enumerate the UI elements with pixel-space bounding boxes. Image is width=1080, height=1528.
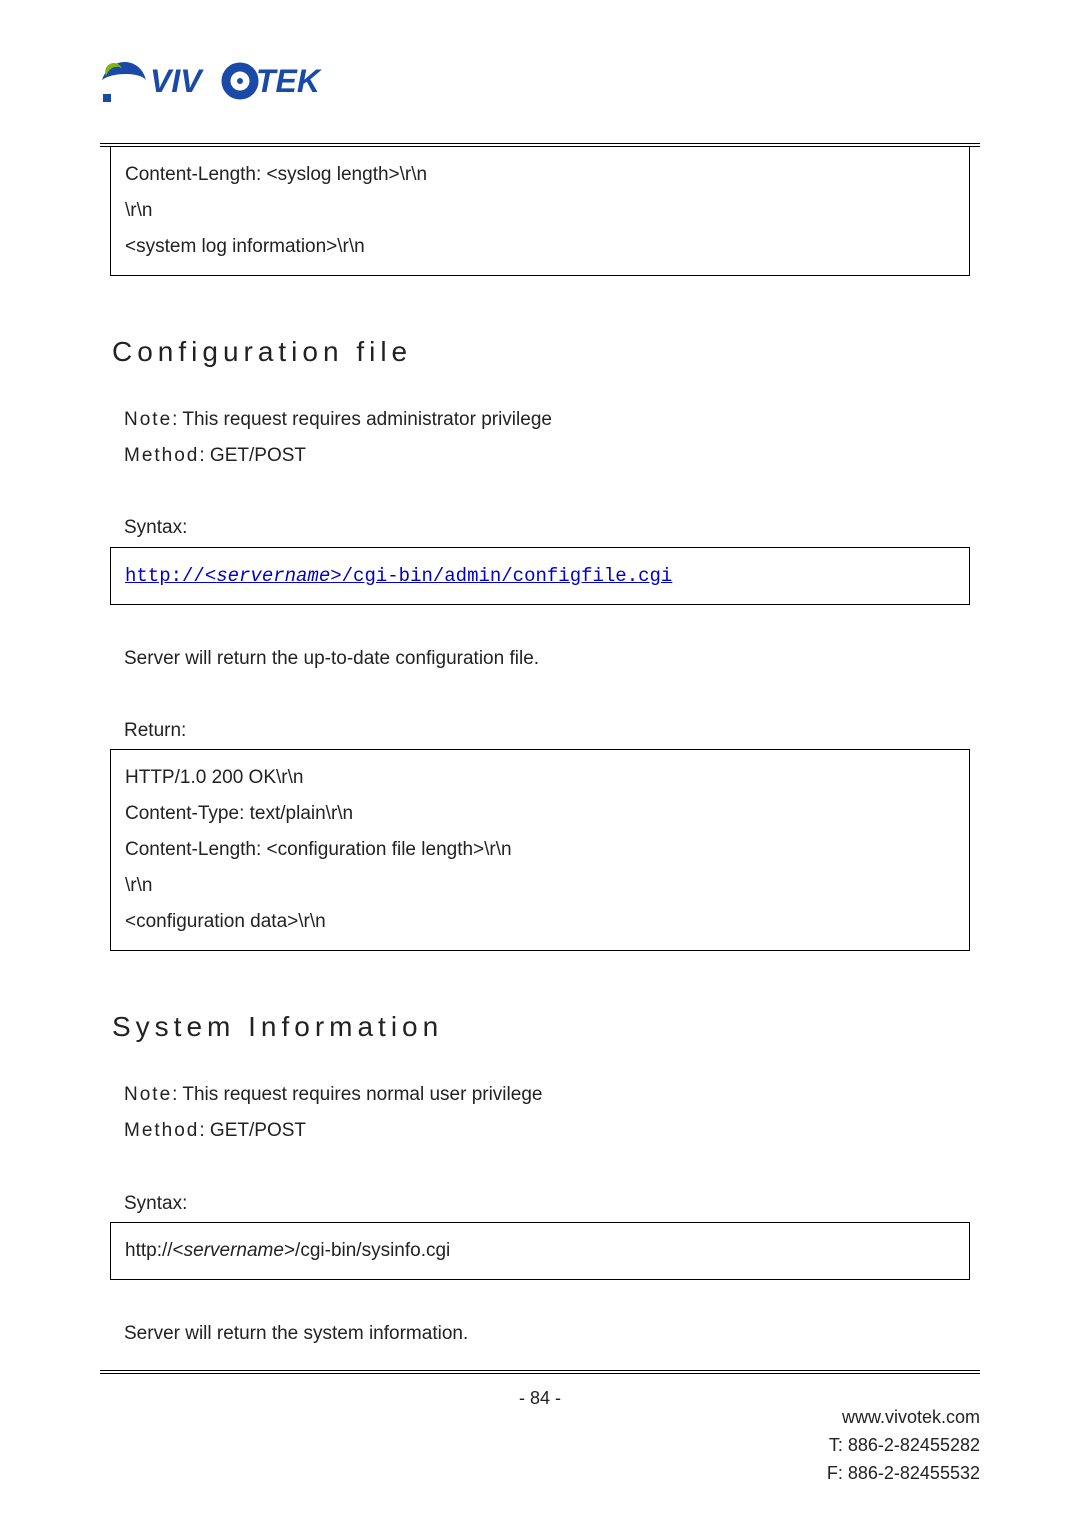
config-method: Method: GET/POST xyxy=(110,438,970,474)
sysinfo-url: http://<servername>/cgi-bin/sysinfo.cgi xyxy=(125,1240,450,1261)
footer-site: www.vivotek.com xyxy=(827,1404,980,1432)
footer-fax: F: 886-2-82455532 xyxy=(827,1460,980,1488)
return-line-3: Content-Length: <configuration file leng… xyxy=(125,832,955,868)
config-return-label: Return: xyxy=(110,713,970,749)
note-label: Note xyxy=(124,1084,172,1105)
method-label: Method xyxy=(124,1120,199,1141)
note-label: Note xyxy=(124,409,172,430)
config-syntax-label: Syntax: xyxy=(110,510,970,546)
note-text: : This request requires administrator pr… xyxy=(172,409,552,430)
return-line-5: <configuration data>\r\n xyxy=(125,904,955,940)
config-desc: Server will return the up-to-date config… xyxy=(110,641,970,677)
syslog-line-2: \r\n xyxy=(125,193,955,229)
method-text: : GET/POST xyxy=(199,1120,306,1141)
svg-text:VIV: VIV xyxy=(150,63,204,99)
syslog-line-1: Content-Length: <syslog length>\r\n xyxy=(125,157,955,193)
heading-configuration-file: Configuration file xyxy=(110,336,970,368)
config-note: Note: This request requires administrato… xyxy=(110,402,970,438)
sysinfo-syntax-label: Syntax: xyxy=(110,1186,970,1222)
return-line-1: HTTP/1.0 200 OK\r\n xyxy=(125,760,955,796)
method-label: Method xyxy=(124,445,199,466)
return-line-4: \r\n xyxy=(125,868,955,904)
syslog-line-3: <system log information>\r\n xyxy=(125,229,955,265)
syslog-response-box: Content-Length: <syslog length>\r\n \r\n… xyxy=(110,147,970,276)
config-syntax-box: http://<servername>/cgi-bin/admin/config… xyxy=(110,547,970,605)
note-text: : This request requires normal user priv… xyxy=(172,1084,542,1105)
brand-logo: VIV TEK xyxy=(100,50,980,113)
config-url-link[interactable]: http://<servername>/cgi-bin/admin/config… xyxy=(125,565,672,587)
config-return-box: HTTP/1.0 200 OK\r\n Content-Type: text/p… xyxy=(110,749,970,951)
vivotek-logo-icon: VIV TEK xyxy=(100,50,340,108)
footer-contact: www.vivotek.com T: 886-2-82455282 F: 886… xyxy=(827,1404,980,1488)
heading-system-information: System Information xyxy=(110,1011,970,1043)
bottom-double-rule xyxy=(100,1370,980,1374)
sysinfo-method: Method: GET/POST xyxy=(110,1113,970,1149)
svg-text:TEK: TEK xyxy=(256,63,323,99)
sysinfo-desc: Server will return the system informatio… xyxy=(110,1316,970,1352)
return-line-2: Content-Type: text/plain\r\n xyxy=(125,796,955,832)
footer-tel: T: 886-2-82455282 xyxy=(827,1432,980,1460)
sysinfo-note: Note: This request requires normal user … xyxy=(110,1077,970,1113)
sysinfo-syntax-box: http://<servername>/cgi-bin/sysinfo.cgi xyxy=(110,1222,970,1280)
method-text: : GET/POST xyxy=(199,445,306,466)
